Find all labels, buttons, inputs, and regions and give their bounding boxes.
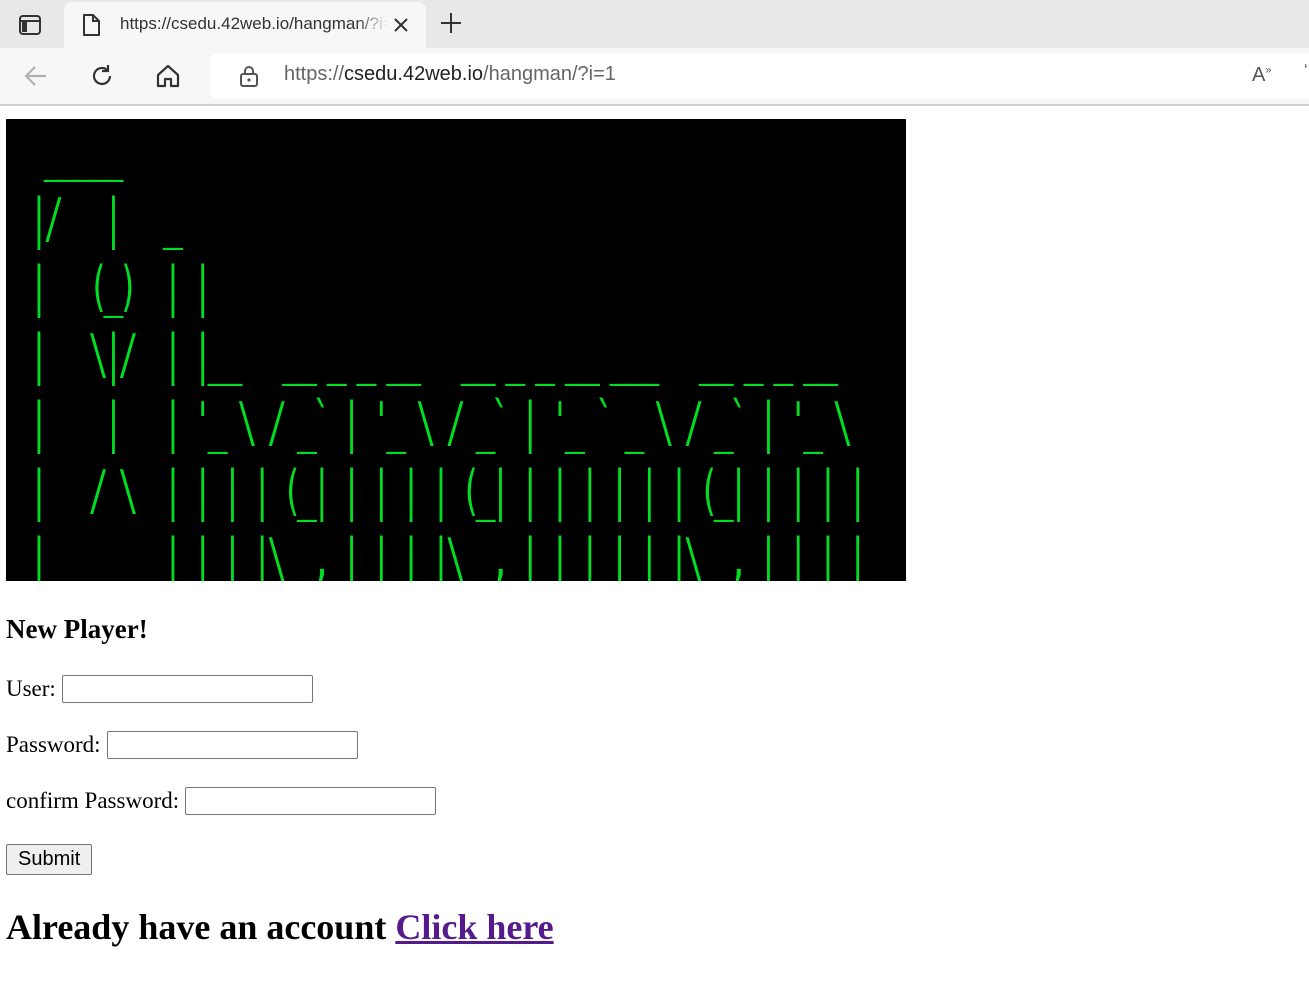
submit-button[interactable]: Submit [6,844,93,875]
lock-icon[interactable] [238,65,260,92]
tab-bar: https://csedu.42web.io/hangman/?i=1 [0,0,1309,48]
refresh-icon[interactable] [88,62,116,90]
plus-icon[interactable] [438,10,464,36]
confirm-password-row: confirm Password: [6,787,437,815]
login-link[interactable]: Click here [395,907,553,947]
new-player-heading: New Player! [6,614,148,644]
confirm-password-label: confirm Password: [6,788,180,813]
tab-title: https://csedu.42web.io/hangman/?i=1 [120,14,388,33]
browser-toolbar: https://csedu.42web.io/hangman/?i=1 A» ‘ [0,48,1309,106]
hangman-ascii-art: _____ |/ | _ | (_) | | | \|/ | |__ __ _ … [28,119,868,581]
browser-tab[interactable]: https://csedu.42web.io/hangman/?i=1 [64,2,426,48]
user-input[interactable] [61,675,313,703]
user-row: User: [6,675,313,703]
tab-actions-icon[interactable] [10,12,50,38]
password-label: Password: [6,732,101,757]
page-icon [82,14,100,41]
address-bar[interactable]: https://csedu.42web.io/hangman/?i=1 A» ‘ [210,54,1309,98]
confirm-password-input[interactable] [185,787,437,815]
user-label: User: [6,676,56,701]
toolbar-overflow-glyph: ‘ [1304,62,1308,79]
existing-account-heading: Already have an account Click here [6,906,554,948]
hangman-banner: _____ |/ | _ | (_) | | | \|/ | |__ __ _ … [6,119,906,581]
arrow-left-icon[interactable] [22,62,50,90]
close-icon[interactable] [392,16,410,34]
existing-account-text: Already have an account [6,907,396,947]
url-text[interactable]: https://csedu.42web.io/hangman/?i=1 [284,63,616,86]
password-input[interactable] [106,731,358,759]
password-row: Password: [6,731,358,759]
read-aloud-icon[interactable]: A» [1252,64,1271,87]
home-icon[interactable] [154,62,182,90]
